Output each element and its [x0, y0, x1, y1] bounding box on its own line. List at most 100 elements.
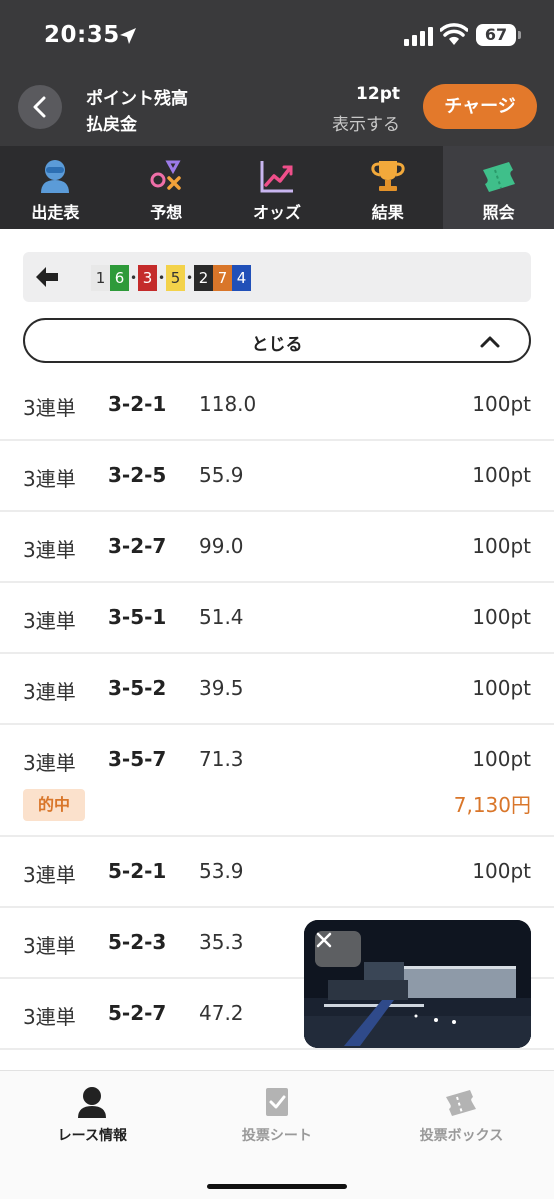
bet-amount: 100pt [472, 534, 531, 558]
back-button[interactable] [18, 85, 62, 129]
battery-tip [518, 31, 521, 39]
close-video-button[interactable] [315, 931, 361, 967]
tab-label: 結果 [371, 203, 404, 222]
battery-indicator: 67 [476, 24, 516, 46]
hit-badge: 的中 [23, 789, 85, 821]
bet-type: 3連単 [23, 934, 76, 958]
bet-row: 3連単 3-2-5 55.9 100pt [0, 441, 554, 512]
bet-odds: 53.9 [199, 859, 244, 883]
status-time: 20:35 [44, 22, 120, 48]
bet-odds: 99.0 [199, 534, 244, 558]
collapse-button[interactable]: とじる [23, 318, 531, 363]
bet-type: 3連単 [23, 396, 76, 420]
points-header: ポイント残高 払戻金 12pt 表示する チャージ [0, 72, 554, 146]
bet-combination: 3-2-7 [108, 534, 167, 558]
bet-amount: 100pt [472, 605, 531, 629]
separator-dot: • [157, 271, 166, 285]
tab-label: オッズ [252, 203, 301, 222]
race-tabs: 出走表 予想 オッズ 結果 照会 [0, 146, 554, 229]
bet-odds: 47.2 [199, 1001, 244, 1025]
bet-amount: 100pt [472, 676, 531, 700]
bet-combination: 5-2-7 [108, 1001, 167, 1025]
bet-odds: 51.4 [199, 605, 244, 629]
bet-row: 3連単 3-5-1 51.4 100pt [0, 583, 554, 654]
vote-sheet-icon [265, 1088, 288, 1116]
top-bar: 20:35 67 ポイント残高 払戻金 12pt 表示する チャージ [0, 0, 554, 146]
bet-combination: 3-5-2 [108, 676, 167, 700]
location-arrow-icon [120, 28, 136, 44]
tab-entry-list[interactable]: 出走表 [0, 146, 111, 229]
separator-dot: • [129, 271, 138, 285]
nav-label: 投票シート [241, 1128, 312, 1144]
collapse-label: とじる [251, 335, 303, 355]
prediction-icon [150, 160, 181, 190]
points-balance-label: ポイント残高 [86, 89, 188, 109]
nav-label: 投票ボックス [419, 1128, 504, 1144]
bet-combination: 3-2-5 [108, 463, 167, 487]
bet-odds: 55.9 [199, 463, 244, 487]
bet-row: 3連単 3-5-7 71.3 100pt 的中 7,130円 [0, 725, 554, 837]
bet-type: 3連単 [23, 1005, 76, 1029]
status-bar: 20:35 67 [0, 0, 554, 72]
bet-row: 3連単 3-2-7 99.0 100pt [0, 512, 554, 583]
boat-number-chip: 6 [110, 265, 129, 291]
vote-box-icon [446, 1090, 477, 1116]
bottom-navigation: レース情報 投票シート 投票ボックス [0, 1070, 554, 1199]
bet-odds: 39.5 [199, 676, 244, 700]
bet-amount: 100pt [472, 859, 531, 883]
wifi-icon [440, 23, 468, 45]
bet-row: 3連単 3-5-2 39.5 100pt [0, 654, 554, 725]
bet-type: 3連単 [23, 680, 76, 704]
ticket-icon [482, 162, 515, 192]
odds-chart-icon [260, 161, 293, 193]
boat-number-chip: 5 [166, 265, 185, 291]
boat-number-chip: 4 [232, 265, 251, 291]
home-indicator [207, 1184, 347, 1189]
close-icon [316, 932, 332, 948]
cellular-signal-icon [404, 26, 433, 46]
tab-odds[interactable]: オッズ [222, 146, 333, 229]
boat-number-chip: 1 [91, 265, 110, 291]
bet-row: 3連単 3-2-1 118.0 100pt [0, 370, 554, 441]
tab-inquiry[interactable]: 照会 [443, 146, 554, 229]
tab-label: 出走表 [31, 203, 80, 222]
separator-dot: • [185, 271, 194, 285]
refund-label: 払戻金 [86, 115, 137, 135]
bet-combination: 3-5-1 [108, 605, 167, 629]
bet-odds: 71.3 [199, 747, 244, 771]
nav-vote-box[interactable]: 投票ボックス [369, 1071, 554, 1199]
tab-label: 照会 [482, 203, 515, 222]
bet-combination: 5-2-3 [108, 930, 167, 954]
show-refund-link[interactable]: 表示する [332, 110, 400, 135]
finishing-order: 1 6 • 3 • 5 • 2 7 4 [91, 265, 251, 291]
arrow-left-icon [36, 267, 58, 287]
tab-label: 予想 [150, 203, 183, 222]
bet-type: 3連単 [23, 863, 76, 887]
tab-prediction[interactable]: 予想 [111, 146, 222, 229]
chevron-up-icon [480, 336, 500, 348]
bet-amount: 100pt [472, 463, 531, 487]
bet-combination: 5-2-1 [108, 859, 167, 883]
boat-number-chip: 3 [138, 265, 157, 291]
tab-results[interactable]: 結果 [332, 146, 443, 229]
bet-combination: 3-5-7 [108, 747, 167, 771]
bet-type: 3連単 [23, 467, 76, 491]
trophy-icon [371, 161, 405, 191]
payout-amount: 7,130円 [453, 793, 531, 817]
racer-icon [78, 1087, 107, 1118]
nav-race-info[interactable]: レース情報 [0, 1071, 185, 1199]
boat-number-chip: 2 [194, 265, 213, 291]
bet-amount: 100pt [472, 392, 531, 416]
bet-type: 3連単 [23, 751, 76, 775]
live-video-player[interactable] [304, 920, 531, 1048]
race-result-bar: 1 6 • 3 • 5 • 2 7 4 [23, 252, 531, 302]
charge-button[interactable]: チャージ [423, 84, 537, 129]
bet-type: 3連単 [23, 609, 76, 633]
bet-row: 3連単 5-2-1 53.9 100pt [0, 837, 554, 908]
bet-combination: 3-2-1 [108, 392, 167, 416]
racer-icon [41, 160, 70, 193]
points-balance-value: 12pt [356, 84, 400, 104]
nav-vote-sheet[interactable]: 投票シート [185, 1071, 370, 1199]
bet-odds: 35.3 [199, 930, 244, 954]
bet-amount: 100pt [472, 747, 531, 771]
